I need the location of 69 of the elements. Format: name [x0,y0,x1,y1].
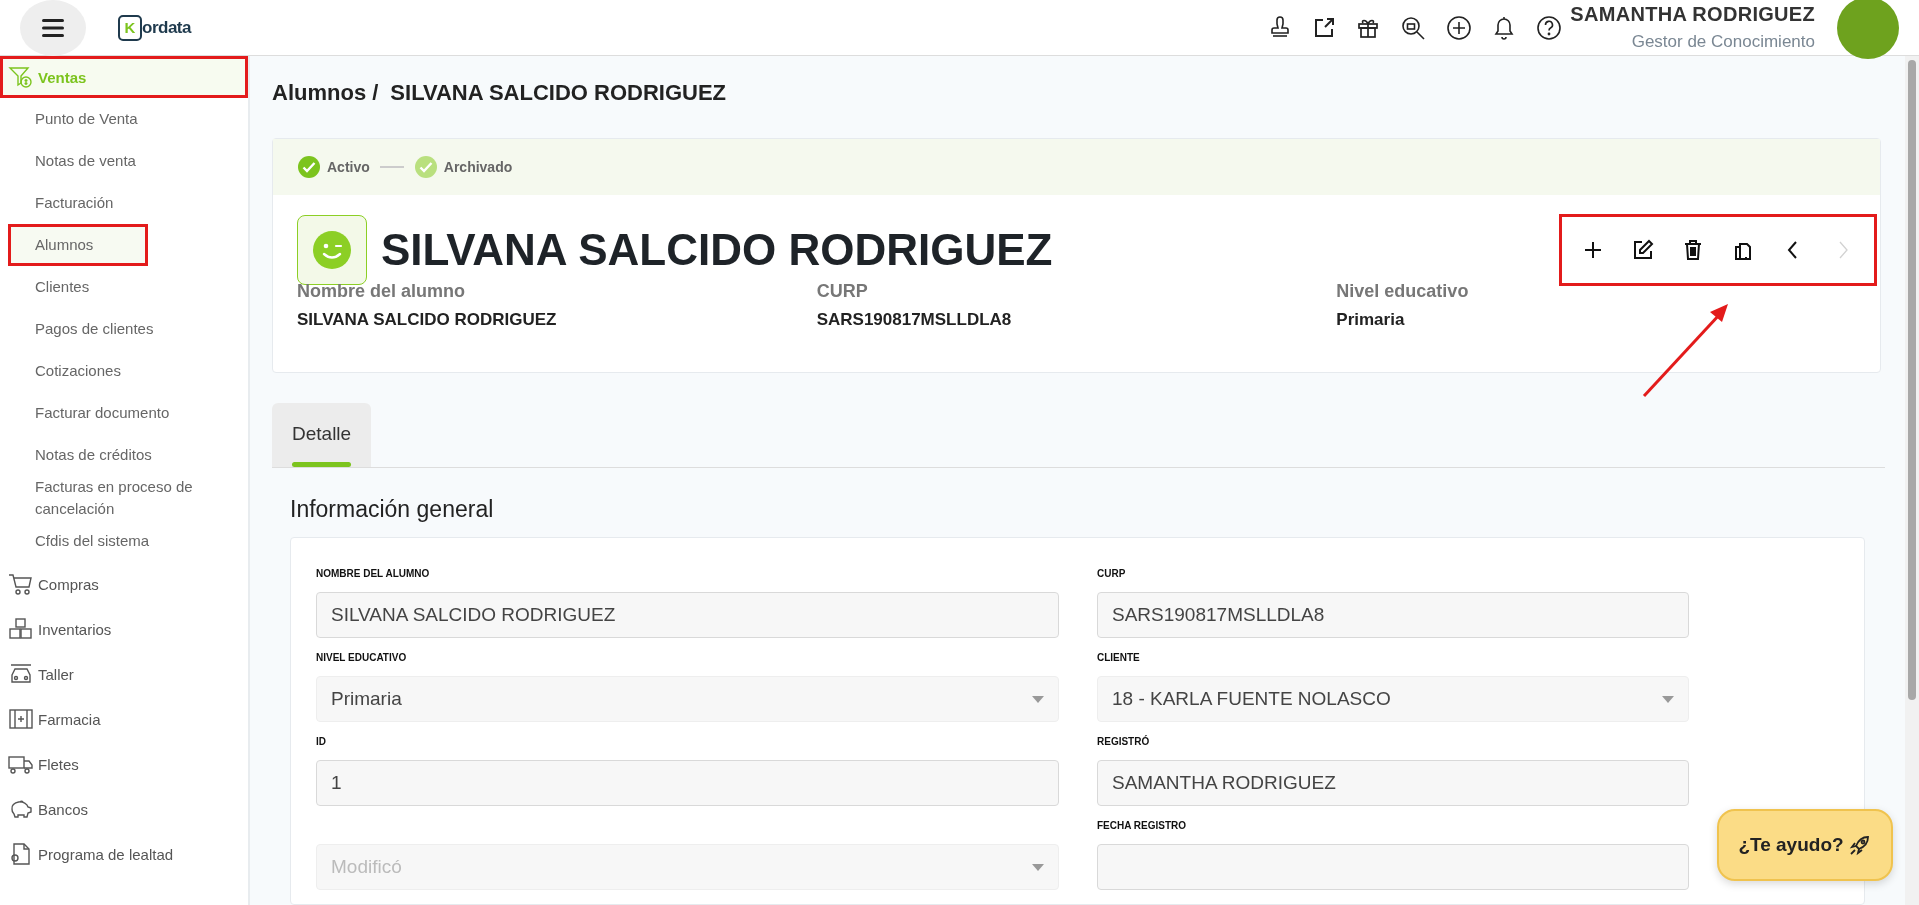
record-title: SILVANA SALCIDO RODRIGUEZ [381,225,1053,275]
info-label: Nivel educativo [1336,281,1470,302]
field-label: REGISTRÓ [1097,736,1151,748]
sidebar-section[interactable]: Bancos [0,786,248,832]
avatar[interactable] [1837,0,1899,59]
sidebar-item[interactable]: Cotizaciones [0,350,248,392]
breadcrumb-current: SILVANA SALCIDO RODRIGUEZ [390,80,727,106]
user-name: SAMANTHA RODRIGUEZ [1570,3,1815,26]
sidebar-item[interactable]: Punto de Venta [0,98,248,140]
sidebar-item[interactable]: Pagos de clientes [0,308,248,350]
status-step: Activo [297,155,370,179]
help-icon[interactable] [1536,14,1563,41]
field-label: CURP [1097,568,1127,580]
input-field[interactable]: 1 [316,760,1059,806]
caret-icon [1032,863,1044,871]
sidebar-section[interactable]: Programa de lealtad [0,831,248,877]
input-field[interactable]: SAMANTHA RODRIGUEZ [1097,760,1689,806]
menu-icon [42,18,64,37]
sidebar-item[interactable]: Cfdis del sistema [0,519,248,562]
logo-mark: K [118,14,142,41]
wink-face-icon [312,230,352,270]
field-label: CLIENTE [1097,652,1141,664]
info-value: SARS190817MSLLDLA8 [816,310,1013,330]
info-value: SILVANA SALCIDO RODRIGUEZ [297,310,558,330]
sidebar-section[interactable]: Taller [0,651,248,697]
external-link-icon[interactable] [1312,15,1337,40]
check-icon [413,155,438,179]
caret-icon [1032,695,1044,703]
sidebar-item[interactable]: Facturación [0,182,248,224]
sidebar-item[interactable]: Alumnos [8,224,148,266]
logo-text: ordata [142,17,191,38]
field-label: NOMBRE DEL ALUMNO [316,568,431,580]
field-label: ID [316,736,327,748]
tab[interactable]: Detalle [272,403,372,467]
funnel-icon [8,65,34,89]
breadcrumb-link[interactable]: Alumnos / [272,80,379,106]
select-field[interactable]: 18 - KARLA FUENTE NOLASCO [1097,676,1689,722]
sidebar-section[interactable]: Compras [0,561,248,607]
section-title: Información general [290,496,495,523]
help-button[interactable]: ¿Te ayudo? [1717,809,1893,881]
info-label: Nombre del alumno [297,281,467,302]
sidebar-item[interactable]: Facturas en proceso de cancelación [0,476,248,520]
input-field[interactable] [1097,844,1689,890]
car-icon [8,662,34,686]
add-circle-icon[interactable] [1446,14,1473,41]
search-icon[interactable] [1400,14,1427,41]
sidebar-section[interactable]: Farmacia [0,696,248,742]
boxes-icon [8,617,34,641]
check-icon [297,155,321,179]
field-label: FECHA REGISTRO [1097,820,1188,832]
kit-icon [8,707,34,731]
sidebar-item[interactable]: Clientes [0,266,248,308]
user-role: Gestor de Conocimiento [1631,32,1815,52]
cart-icon [8,572,34,596]
select-field[interactable]: Primaria [316,676,1059,722]
caret-icon [1662,695,1674,703]
input-field[interactable]: SARS190817MSLLDLA8 [1097,592,1689,638]
info-value: Primaria [1336,310,1406,330]
scrollbar[interactable] [1905,56,1919,905]
sidebar-item[interactable]: Notas de créditos [0,434,248,476]
sidebar-item[interactable]: Facturar documento [0,392,248,434]
field-label: NIVEL EDUCATIVO [316,652,408,664]
info-label: CURP [816,281,869,302]
sidebar-item[interactable]: Notas de venta [0,140,248,182]
input-field[interactable]: SILVANA SALCIDO RODRIGUEZ [316,592,1059,638]
rocket-icon [1847,833,1872,857]
sidebar-section[interactable]: Fletes [0,741,248,787]
status-step: Archivado [413,155,513,179]
sidebar-section[interactable]: Inventarios [0,606,248,652]
